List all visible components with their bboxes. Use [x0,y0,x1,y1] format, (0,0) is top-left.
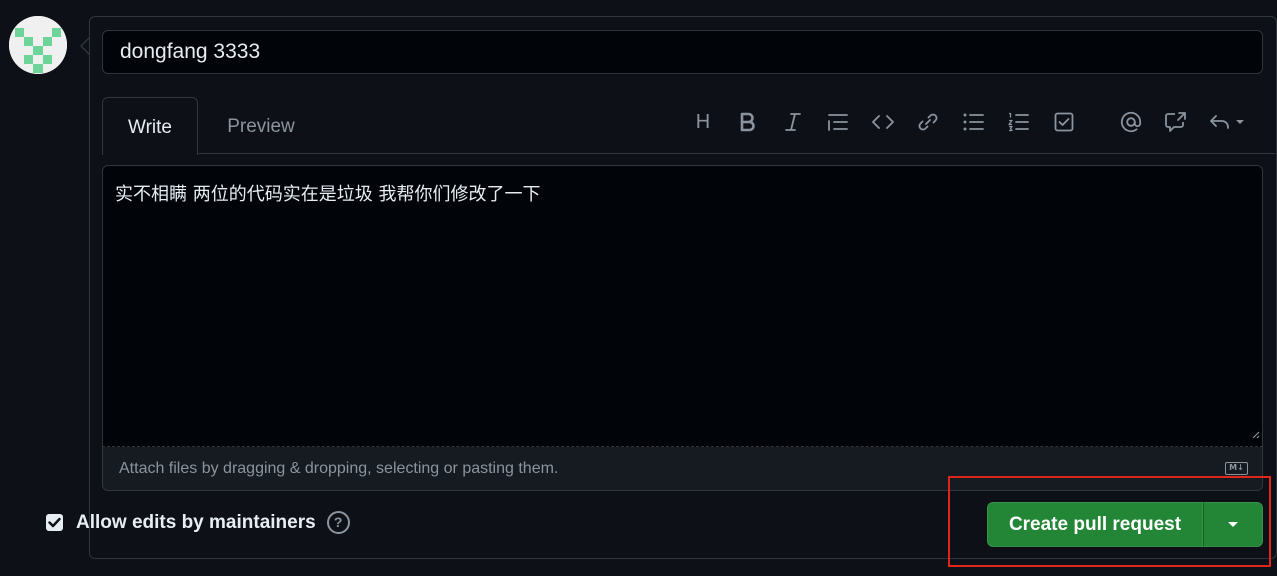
allow-edits-label[interactable]: Allow edits by maintainers [76,512,316,534]
comment-body-text: 实不相瞒 两位的代码实在是垃圾 我帮你们修改了一下 [115,184,541,205]
chevron-down-icon [1236,120,1244,124]
quote-icon[interactable] [823,107,853,137]
caret-down-icon [1228,522,1238,527]
resize-handle-icon[interactable] [1250,423,1260,444]
bold-icon[interactable] [733,107,763,137]
editor-tabbar: Write Preview H [102,97,1275,155]
mention-icon[interactable] [1116,107,1146,137]
identicon [9,16,67,74]
allow-edits-checkbox[interactable] [46,514,63,531]
create-pull-request-button[interactable]: Create pull request [987,502,1203,547]
checkmark-icon [48,517,61,528]
comment-body-textarea[interactable]: 实不相瞒 两位的代码实在是垃圾 我帮你们修改了一下 [102,165,1263,447]
italic-icon[interactable] [778,107,808,137]
task-list-icon[interactable] [1049,107,1079,137]
reply-icon[interactable] [1206,107,1252,137]
create-options-dropdown[interactable] [1203,502,1263,547]
unordered-list-icon[interactable] [958,107,988,137]
avatar[interactable] [9,16,67,74]
cross-reference-icon[interactable] [1161,107,1191,137]
question-icon[interactable]: ? [326,511,350,534]
heading-icon[interactable]: H [688,107,718,137]
markdown-icon[interactable]: M↓ [1225,462,1248,475]
create-pull-request-group: Create pull request [987,502,1263,547]
comment-editor: Write Preview H 实不相瞒 两位的代码实在是垃圾 我帮你们修改了一… [102,97,1275,491]
allow-edits-row: Allow edits by maintainers ? [46,511,350,534]
markdown-toolbar: H [102,97,1275,154]
link-icon[interactable] [913,107,943,137]
ordered-list-icon[interactable] [1003,107,1033,137]
code-icon[interactable] [868,107,898,137]
attach-files-hint: Attach files by dragging & dropping, sel… [119,460,559,477]
heading-icon-label: H [695,110,711,133]
title-input[interactable] [102,30,1263,74]
